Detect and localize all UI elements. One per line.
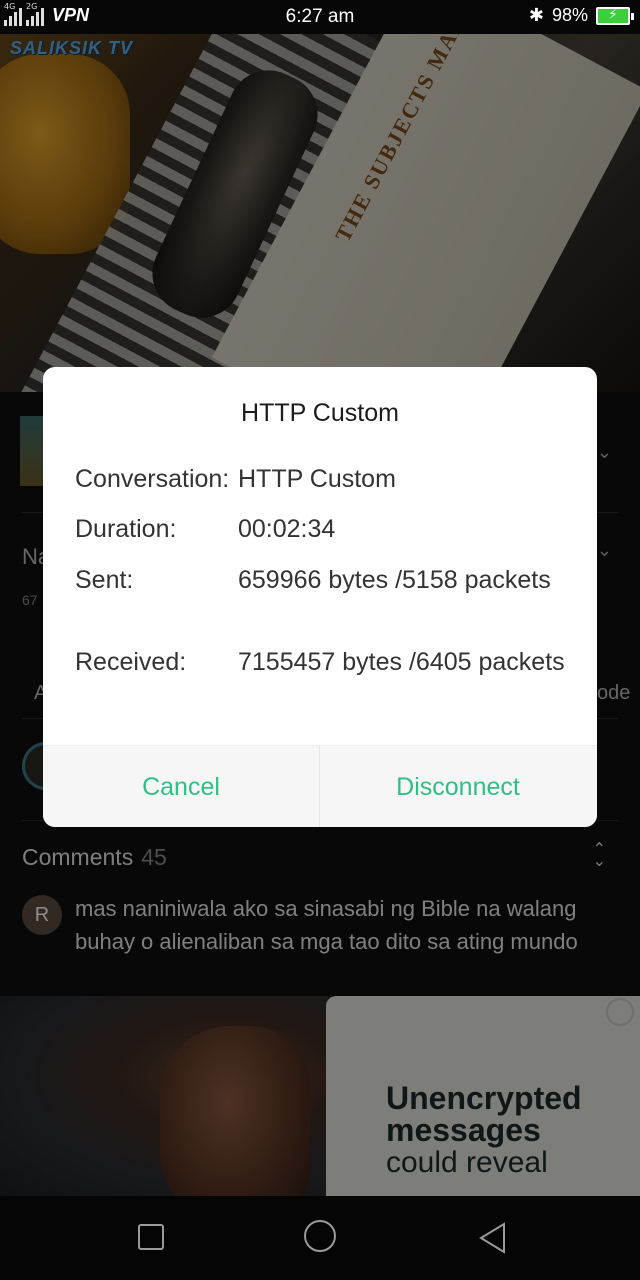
sent-value: 659966 bytes /5158 packets [238,566,551,594]
home-icon[interactable] [304,1220,336,1252]
cancel-button[interactable]: Cancel [43,746,319,827]
battery-percent: 98% [551,5,588,25]
duration-value: 00:02:34 [238,515,336,543]
conversation-label: Conversation: [75,465,230,493]
battery-icon: ⚡ [596,5,634,25]
sent-row: Sent: 659966 bytes /5158 packets [75,564,575,630]
charging-bolt-icon: ⚡ [608,5,618,22]
duration-row: Duration: 00:02:34 [75,513,575,547]
dialog-title: HTTP Custom [241,399,399,427]
disconnect-button[interactable]: Disconnect [320,746,596,827]
dialog-button-bar: Cancel Disconnect [43,745,597,827]
received-value: 7155457 bytes /6405 packets [238,648,565,676]
connection-info-dialog: HTTP Custom Conversation: HTTP Custom Du… [43,367,597,827]
back-icon[interactable] [478,1222,508,1254]
conversation-value: HTTP Custom [238,465,396,493]
conversation-row: Conversation: HTTP Custom [75,463,575,497]
sent-label: Sent: [75,566,134,594]
status-right: ✱ 98% ⚡ [528,5,634,26]
received-row: Received: 7155457 bytes /6405 packets [75,646,575,712]
received-label: Received: [75,648,187,676]
system-navigation-bar [0,1196,640,1280]
bluetooth-icon: ✱ [528,5,544,25]
duration-label: Duration: [75,515,177,543]
status-bar: 4G 2G VPN 6:27 am ✱ 98% ⚡ [0,0,640,34]
recent-apps-icon[interactable] [138,1224,164,1250]
